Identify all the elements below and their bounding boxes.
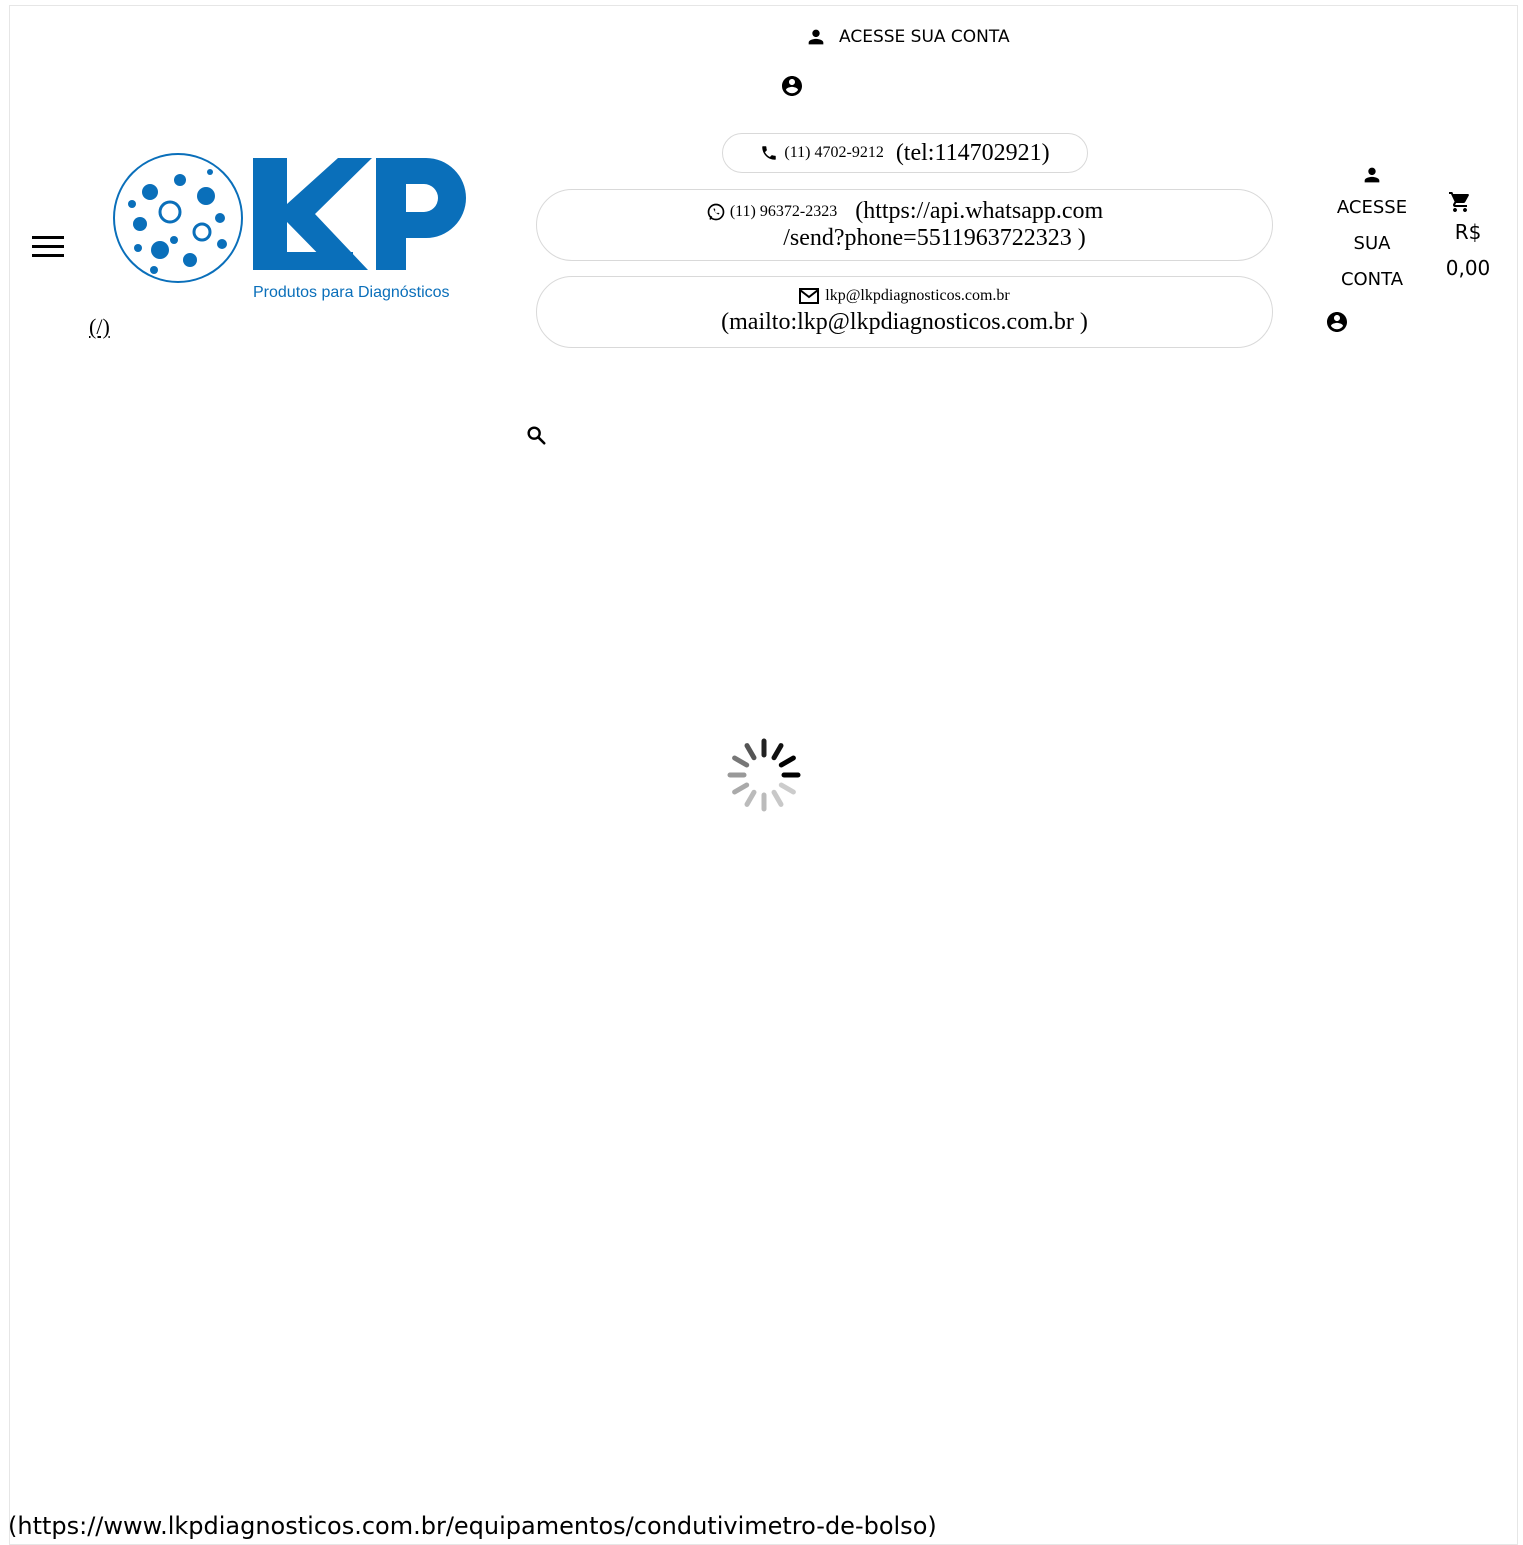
email-href: (mailto:lkp@lkpdiagnosticos.com.br ) xyxy=(721,309,1088,335)
person-icon xyxy=(805,26,827,48)
top-account-link[interactable]: ACESSE SUA CONTA xyxy=(805,26,1010,48)
search-icon[interactable] xyxy=(525,424,547,446)
account-circle-icon[interactable] xyxy=(1325,310,1349,334)
cart-link[interactable]: R$ 0,00 xyxy=(1440,190,1496,286)
person-icon xyxy=(1361,164,1383,186)
account-link[interactable]: ACESSE SUA CONTA xyxy=(1328,164,1416,298)
email-link[interactable]: lkp@lkpdiagnosticos.com.br (mailto:lkp@l… xyxy=(536,276,1273,348)
phone-link[interactable]: (11) 4702-9212 (tel:114702921) xyxy=(722,133,1088,173)
phone-number: (11) 4702-9212 xyxy=(784,144,884,161)
whatsapp-number: (11) 96372-2323 xyxy=(729,202,838,220)
page-url-text: (https://www.lkpdiagnosticos.com.br/equi… xyxy=(8,1512,937,1540)
account-line-3: CONTA xyxy=(1340,269,1404,290)
account-line-2: SUA xyxy=(1353,233,1391,254)
whatsapp-icon xyxy=(706,202,726,222)
whatsapp-link[interactable]: (11) 96372-2323 (https://api.whatsapp.co… xyxy=(536,189,1273,261)
phone-href: (tel:114702921) xyxy=(895,139,1050,166)
home-link[interactable]: (/) xyxy=(89,314,110,340)
cart-currency: R$ xyxy=(1454,220,1482,244)
account-circle-icon[interactable] xyxy=(780,74,804,98)
cart-icon xyxy=(1448,190,1472,214)
mail-icon xyxy=(799,288,820,304)
top-account-label: ACESSE SUA CONTA xyxy=(839,27,1010,47)
whatsapp-href-line1: (https://api.whatsapp.com xyxy=(855,198,1104,224)
loading-spinner xyxy=(726,737,802,813)
logo-graphic: Produtos para Diagnósticos xyxy=(113,153,466,301)
logo-tagline: Produtos para Diagnósticos xyxy=(253,284,450,301)
email-address: lkp@lkpdiagnosticos.com.br xyxy=(825,287,1010,304)
menu-icon[interactable] xyxy=(32,236,64,258)
phone-icon xyxy=(760,144,778,162)
account-line-1: ACESSE xyxy=(1336,197,1408,218)
whatsapp-href-line2: /send?phone=5511963722323 ) xyxy=(783,225,1086,251)
logo[interactable]: Produtos para Diagnósticos xyxy=(110,152,475,302)
cart-amount: 0,00 xyxy=(1445,256,1491,280)
